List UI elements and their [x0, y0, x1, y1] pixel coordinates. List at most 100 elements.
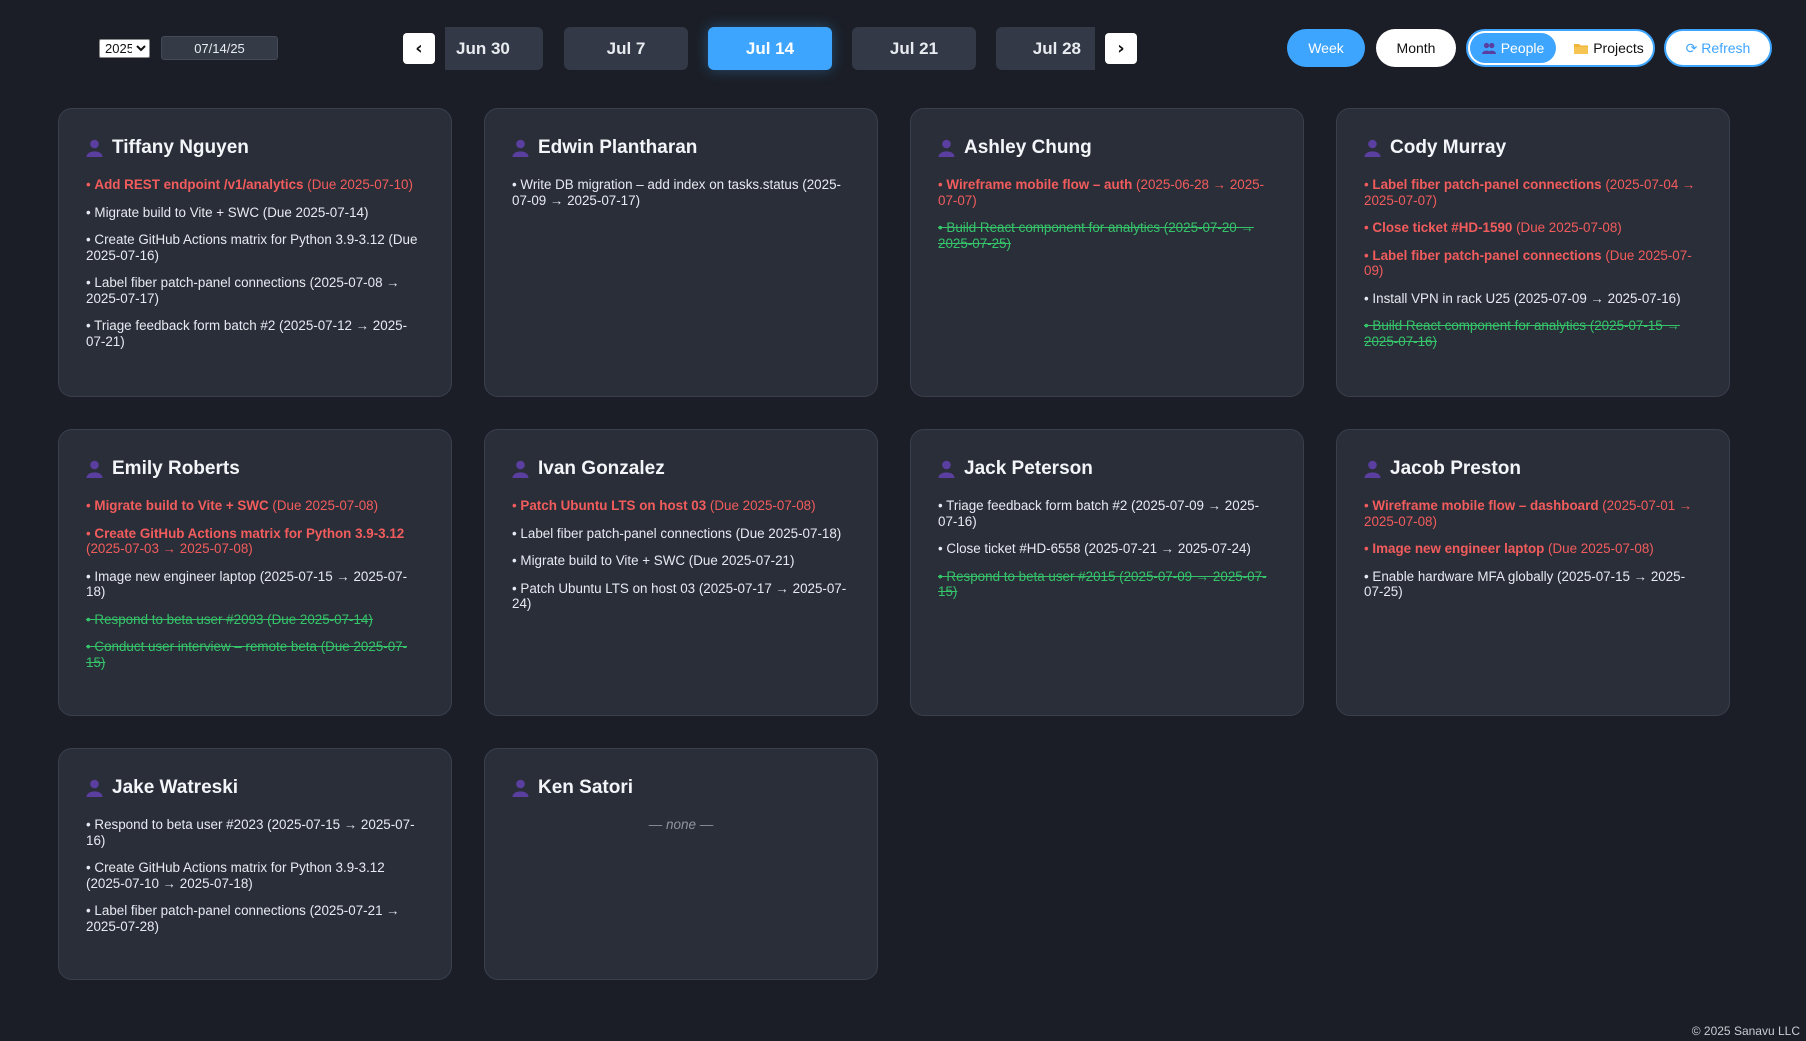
- group-people-label: People: [1500, 40, 1545, 56]
- person-name: Tiffany Nguyen: [112, 137, 249, 158]
- person-icon: [1364, 460, 1381, 478]
- task-title: Build React component for analytics: [1372, 318, 1587, 333]
- task-item[interactable]: • Wireframe mobile flow – dashboard (202…: [1364, 498, 1702, 529]
- task-item[interactable]: • Patch Ubuntu LTS on host 03 (2025-07-1…: [512, 581, 850, 612]
- task-dates: (Due 2025-07-14): [263, 611, 373, 627]
- week-tab-jun-30[interactable]: Jun 30: [445, 27, 543, 70]
- task-title: Close ticket #HD-6558: [946, 541, 1081, 556]
- group-projects-label: Projects: [1593, 40, 1644, 56]
- person-icon: [512, 139, 529, 157]
- toolbar: 2025 ‹ Jun 30 Jul 7 Jul 14 Jul 21 Jul 28…: [0, 0, 1806, 96]
- task-item[interactable]: • Enable hardware MFA globally (2025-07-…: [1364, 569, 1702, 600]
- task-title: Wireframe mobile flow – auth: [946, 177, 1133, 192]
- card-header: Jake Watreski: [86, 777, 424, 799]
- task-item[interactable]: • Create GitHub Actions matrix for Pytho…: [86, 860, 424, 891]
- task-dates: (Due 2025-07-08): [1512, 220, 1622, 235]
- next-week-button[interactable]: ›: [1105, 33, 1137, 64]
- person-name: Emily Roberts: [112, 458, 240, 479]
- workload-board-page: 2025 ‹ Jun 30 Jul 7 Jul 14 Jul 21 Jul 28…: [0, 0, 1806, 1041]
- view-week-button[interactable]: Week: [1287, 29, 1365, 67]
- task-item[interactable]: • Image new engineer laptop (Due 2025-07…: [1364, 541, 1702, 557]
- task-title: Conduct user interview – remote beta: [94, 639, 317, 654]
- task-item[interactable]: • Build React component for analytics (2…: [938, 220, 1276, 251]
- task-item[interactable]: • Wireframe mobile flow – auth (2025-06-…: [938, 177, 1276, 208]
- task-title: Label fiber patch-panel connections: [94, 275, 306, 290]
- person-icon: [512, 779, 529, 797]
- person-icon: [938, 460, 955, 478]
- person-card: Ken Satori — none —: [484, 748, 878, 980]
- person-card: Jacob Preston • Wireframe mobile flow – d…: [1336, 429, 1730, 716]
- task-item[interactable]: • Add REST endpoint /v1/analytics (Due 2…: [86, 177, 424, 193]
- task-title: Image new engineer laptop: [94, 568, 256, 584]
- empty-state-text: — none —: [648, 817, 714, 832]
- group-people-button[interactable]: People: [1470, 33, 1556, 63]
- person-icon: [86, 779, 103, 797]
- card-header: Ivan Gonzalez: [512, 458, 850, 480]
- task-item[interactable]: • Triage feedback form batch #2 (2025-07…: [938, 498, 1276, 529]
- task-dates: (Due 2025-07-08): [268, 498, 379, 513]
- task-item[interactable]: • Migrate build to Vite + SWC (Due 2025-…: [86, 205, 424, 221]
- task-item[interactable]: • Triage feedback form batch #2 (2025-07…: [86, 318, 424, 349]
- task-title: Label fiber patch-panel connections: [1372, 177, 1602, 192]
- task-dates: (Due 2025-07-08): [706, 498, 816, 513]
- person-icon: [1364, 139, 1381, 157]
- card-header: Tiffany Nguyen: [86, 137, 424, 159]
- task-item[interactable]: • Install VPN in rack U25 (2025-07-09 → …: [1364, 291, 1702, 307]
- task-title: Add REST endpoint /v1/analytics: [94, 177, 304, 192]
- task-bullet: •: [86, 318, 95, 333]
- task-bullet: •: [938, 498, 947, 513]
- person-card: Jack Peterson • Triage feedback form batc…: [910, 429, 1304, 716]
- task-item[interactable]: • Image new engineer laptop (2025-07-15 …: [86, 569, 424, 600]
- task-item[interactable]: • Respond to beta user #2093 (Due 2025-0…: [86, 612, 424, 628]
- task-item[interactable]: • Close ticket #HD-6558 (2025-07-21 → 20…: [938, 541, 1276, 557]
- person-card: Ivan Gonzalez • Patch Ubuntu LTS on host …: [484, 429, 878, 716]
- card-header: Jack Peterson: [938, 458, 1276, 480]
- task-item[interactable]: • Migrate build to Vite + SWC (Due 2025-…: [86, 498, 424, 514]
- task-item[interactable]: • Respond to beta user #2023 (2025-07-15…: [86, 817, 424, 848]
- person-card: Ashley Chung • Wireframe mobile flow – au…: [910, 108, 1304, 397]
- person-name: Cody Murray: [1390, 137, 1507, 158]
- year-select[interactable]: 2025: [99, 39, 150, 58]
- task-item[interactable]: • Label fiber patch-panel connections (2…: [86, 275, 424, 306]
- card-header: Cody Murray: [1364, 137, 1702, 159]
- person-card: Jake Watreski • Respond to beta user #202…: [58, 748, 452, 980]
- task-item[interactable]: • Label fiber patch-panel connections (D…: [1364, 248, 1702, 279]
- task-item[interactable]: • Create GitHub Actions matrix for Pytho…: [86, 232, 424, 263]
- week-tab-jul-14-active[interactable]: Jul 14: [708, 27, 832, 70]
- task-item[interactable]: • Label fiber patch-panel connections (D…: [512, 526, 850, 542]
- task-item[interactable]: • Migrate build to Vite + SWC (Due 2025-…: [512, 553, 850, 569]
- person-name: Jake Watreski: [112, 777, 239, 798]
- card-header: Ashley Chung: [938, 137, 1276, 159]
- task-dates: (2025-07-09 → 2025-07-16): [1510, 290, 1681, 306]
- person-card: Cody Murray • Label fiber patch-panel con…: [1336, 108, 1730, 397]
- week-tab-jul-28[interactable]: Jul 28: [996, 27, 1095, 70]
- task-item[interactable]: • Build React component for analytics (2…: [1364, 318, 1702, 349]
- task-title: Label fiber patch-panel connections: [1372, 247, 1602, 263]
- task-title: Wireframe mobile flow – dashboard: [1372, 498, 1599, 513]
- task-item[interactable]: • Write DB migration – add index on task…: [512, 177, 850, 208]
- task-title: Build React component for analytics: [946, 220, 1161, 235]
- task-item[interactable]: • Create GitHub Actions matrix for Pytho…: [86, 526, 424, 557]
- task-title: Patch Ubuntu LTS on host 03: [520, 498, 707, 513]
- task-item[interactable]: • Close ticket #HD-1590 (Due 2025-07-08): [1364, 220, 1702, 236]
- task-item[interactable]: • Label fiber patch-panel connections (2…: [1364, 177, 1702, 208]
- person-icon: [938, 139, 955, 157]
- task-title: Migrate build to Vite + SWC: [520, 553, 686, 568]
- person-card: Edwin Plantharan • Write DB migration – a…: [484, 108, 878, 397]
- prev-week-button[interactable]: ‹: [403, 33, 435, 64]
- task-item[interactable]: • Conduct user interview – remote beta (…: [86, 639, 424, 670]
- week-tab-jul-7[interactable]: Jul 7: [564, 27, 688, 70]
- task-title: Migrate build to Vite + SWC: [94, 204, 260, 220]
- date-input[interactable]: [161, 36, 278, 60]
- view-month-button[interactable]: Month: [1376, 29, 1456, 67]
- week-tab-jul-21[interactable]: Jul 21: [852, 27, 976, 70]
- refresh-button[interactable]: ⟳ Refresh: [1664, 29, 1772, 67]
- task-item[interactable]: • Patch Ubuntu LTS on host 03 (Due 2025-…: [512, 498, 850, 514]
- people-icon: [1481, 42, 1496, 54]
- task-item[interactable]: • Label fiber patch-panel connections (2…: [86, 903, 424, 934]
- task-title: Install VPN in rack U25: [1372, 290, 1511, 306]
- task-item[interactable]: • Respond to beta user #2015 (2025-07-09…: [938, 569, 1276, 600]
- person-icon: [512, 460, 529, 478]
- task-dates: (Due 2025-07-10): [303, 177, 413, 192]
- group-projects-button[interactable]: Projects: [1566, 33, 1652, 63]
